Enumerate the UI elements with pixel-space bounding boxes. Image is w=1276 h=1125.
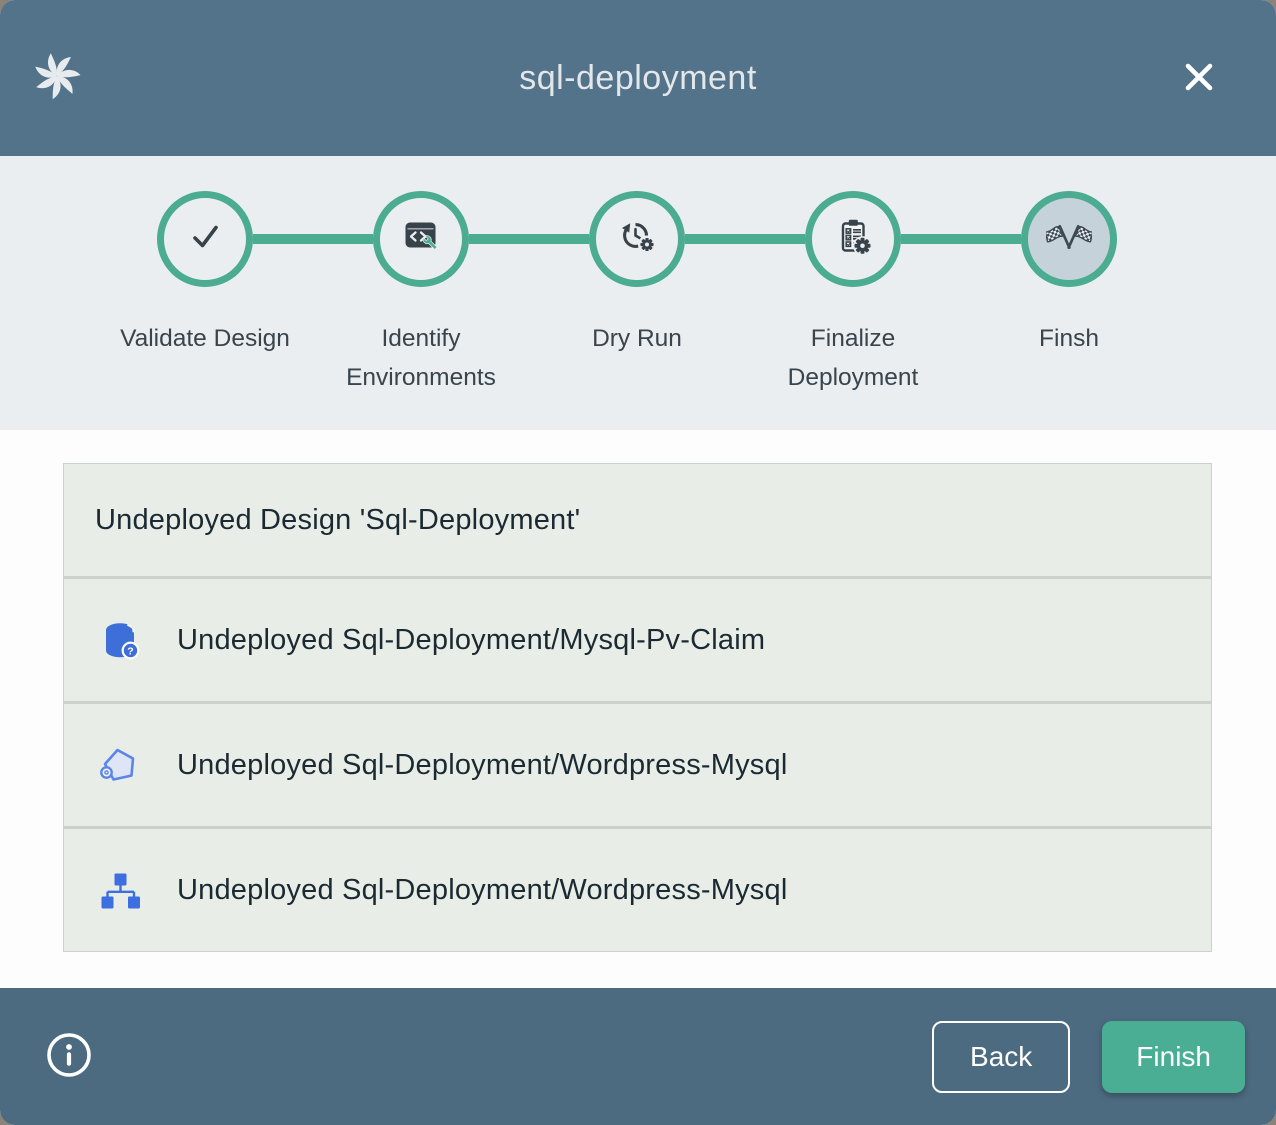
step-circle[interactable] (157, 191, 253, 287)
status-row: Undeployed Sql-Deployment/Wordpress-Mysq… (64, 704, 1211, 826)
hierarchy-icon (97, 867, 143, 913)
step-circle[interactable] (589, 191, 685, 287)
code-window-wrench-icon (398, 214, 444, 265)
step-label: Finalize Deployment (747, 319, 959, 397)
status-header-text: Undeployed Design 'Sql-Deployment' (95, 504, 580, 537)
status-row: ? Undeployed Sql-Deployment/Mysql-Pv-Cla… (64, 579, 1211, 701)
step-connector (901, 234, 1021, 244)
history-gear-icon (614, 214, 660, 265)
svg-text:?: ? (127, 645, 133, 657)
wizard-stepper: Validate Design Identify En (0, 156, 1276, 430)
checkmark-icon (182, 214, 228, 265)
step-label: Finsh (1039, 319, 1099, 358)
step-circle[interactable] (373, 191, 469, 287)
deployment-status-panel: Undeployed Design 'Sql-Deployment' ? Und… (63, 463, 1212, 952)
step-finalize-deployment: Finalize Deployment (745, 191, 961, 397)
status-text: Undeployed Sql-Deployment/Wordpress-Mysq… (177, 874, 787, 907)
step-connector (685, 234, 805, 244)
checkered-flags-icon (1046, 214, 1092, 265)
database-icon: ? (97, 617, 143, 663)
deployment-wizard-dialog: sql-deployment (0, 0, 1276, 1125)
step-finish: Finsh (961, 191, 1177, 397)
step-label: Validate Design (120, 319, 290, 358)
step-validate-design: Validate Design (97, 191, 313, 397)
step-label: Dry Run (592, 319, 682, 358)
step-circle[interactable] (1021, 191, 1117, 287)
status-text: Undeployed Sql-Deployment/Mysql-Pv-Claim (177, 624, 765, 657)
info-icon (45, 1031, 93, 1082)
status-row: Undeployed Sql-Deployment/Wordpress-Mysq… (64, 829, 1211, 951)
clipboard-checklist-gear-icon (830, 214, 876, 265)
dialog-body: Undeployed Design 'Sql-Deployment' ? Und… (0, 430, 1276, 988)
dialog-title: sql-deployment (0, 59, 1276, 98)
finish-button[interactable]: Finish (1102, 1021, 1245, 1093)
step-connector (253, 234, 373, 244)
pentagon-icon (97, 742, 143, 788)
step-identify-environments: Identify Environments (313, 191, 529, 397)
dialog-header: sql-deployment (0, 0, 1276, 156)
info-button[interactable] (45, 1031, 93, 1082)
step-connector (469, 234, 589, 244)
dialog-footer: Back Finish (0, 988, 1276, 1125)
status-header-row: Undeployed Design 'Sql-Deployment' (64, 464, 1211, 576)
step-dry-run: Dry Run (529, 191, 745, 397)
status-text: Undeployed Sql-Deployment/Wordpress-Mysq… (177, 749, 787, 782)
step-circle[interactable] (805, 191, 901, 287)
step-label: Identify Environments (315, 319, 527, 397)
back-button[interactable]: Back (932, 1021, 1070, 1093)
